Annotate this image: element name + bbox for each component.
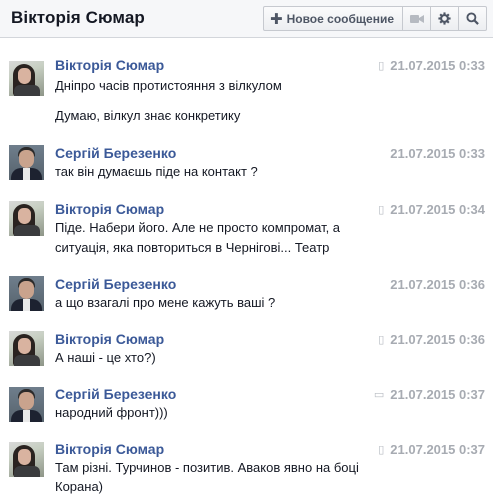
- author-name[interactable]: Сергій Березенко: [55, 145, 176, 161]
- avatar[interactable]: [9, 387, 44, 422]
- message-meta: ▯ 21.07.2015 0:34: [378, 202, 485, 217]
- settings-button[interactable]: [431, 6, 459, 31]
- author-name[interactable]: Вікторія Сюмар: [55, 331, 164, 347]
- message-meta: 21.07.2015 0:33: [390, 146, 485, 161]
- message-meta: ▯ 21.07.2015 0:37: [378, 442, 485, 457]
- video-camera-icon: [409, 14, 424, 23]
- mobile-phone-icon: ▯: [378, 334, 385, 346]
- message-timestamp: 21.07.2015 0:37: [390, 442, 485, 457]
- message-text: Корана): [55, 479, 104, 494]
- new-message-label: Новое сообщение: [286, 11, 394, 26]
- message-timestamp: 21.07.2015 0:33: [390, 58, 485, 73]
- author-name[interactable]: Вікторія Сюмар: [55, 201, 164, 217]
- message-meta: 21.07.2015 0:36: [390, 277, 485, 292]
- message-text: Піде. Набери його. Але не просто компром…: [55, 220, 341, 235]
- message-timestamp: 21.07.2015 0:37: [390, 387, 485, 402]
- plus-icon: ✚: [270, 10, 283, 28]
- message-text: Думаю, вілкул знає конкретику: [55, 108, 241, 123]
- avatar[interactable]: [9, 331, 44, 366]
- search-button[interactable]: [459, 6, 487, 31]
- video-call-button[interactable]: [403, 6, 431, 31]
- message-text: так він думаєшь піде на контакт ?: [55, 164, 258, 179]
- message-text: Дніпро часів протистояння з вілкулом: [55, 78, 282, 93]
- gear-icon: [438, 12, 451, 25]
- author-name[interactable]: Сергій Березенко: [55, 276, 176, 292]
- message-meta: ▯ 21.07.2015 0:36: [378, 332, 485, 347]
- mobile-phone-icon: ▯: [378, 444, 385, 456]
- mobile-phone-icon: ▯: [378, 60, 385, 72]
- avatar[interactable]: [9, 201, 44, 236]
- chat-bubble-icon: ▭: [373, 389, 385, 401]
- search-icon: [466, 12, 479, 25]
- message-text: народний фронт))): [55, 405, 168, 420]
- message-timestamp: 21.07.2015 0:36: [390, 332, 485, 347]
- message-text: ситуація, яка повториться в Чернігові...…: [55, 240, 330, 255]
- mobile-phone-icon: ▯: [378, 204, 385, 216]
- avatar[interactable]: [9, 442, 44, 477]
- avatar[interactable]: [9, 276, 44, 311]
- message-timestamp: 21.07.2015 0:33: [390, 146, 485, 161]
- message-text: а що взагалі про мене кажуть ваші ?: [55, 295, 276, 310]
- message-text: А наші - це хто?): [55, 350, 156, 365]
- message-timestamp: 21.07.2015 0:34: [390, 202, 485, 217]
- new-message-button[interactable]: ✚ Новое сообщение: [263, 6, 403, 31]
- header-toolbar: ✚ Новое сообщение: [263, 6, 487, 31]
- message-meta: ▭ 21.07.2015 0:37: [374, 387, 485, 402]
- author-name[interactable]: Вікторія Сюмар: [55, 57, 164, 73]
- avatar[interactable]: [9, 145, 44, 180]
- conversation-header: Вікторія Сюмар ✚ Новое сообщение: [0, 0, 493, 38]
- avatar[interactable]: [9, 61, 44, 96]
- message-meta: ▯ 21.07.2015 0:33: [378, 58, 485, 73]
- conversation-title: Вікторія Сюмар: [11, 8, 145, 27]
- author-name[interactable]: Вікторія Сюмар: [55, 441, 164, 457]
- author-name[interactable]: Сергій Березенко: [55, 386, 176, 402]
- message-timestamp: 21.07.2015 0:36: [390, 277, 485, 292]
